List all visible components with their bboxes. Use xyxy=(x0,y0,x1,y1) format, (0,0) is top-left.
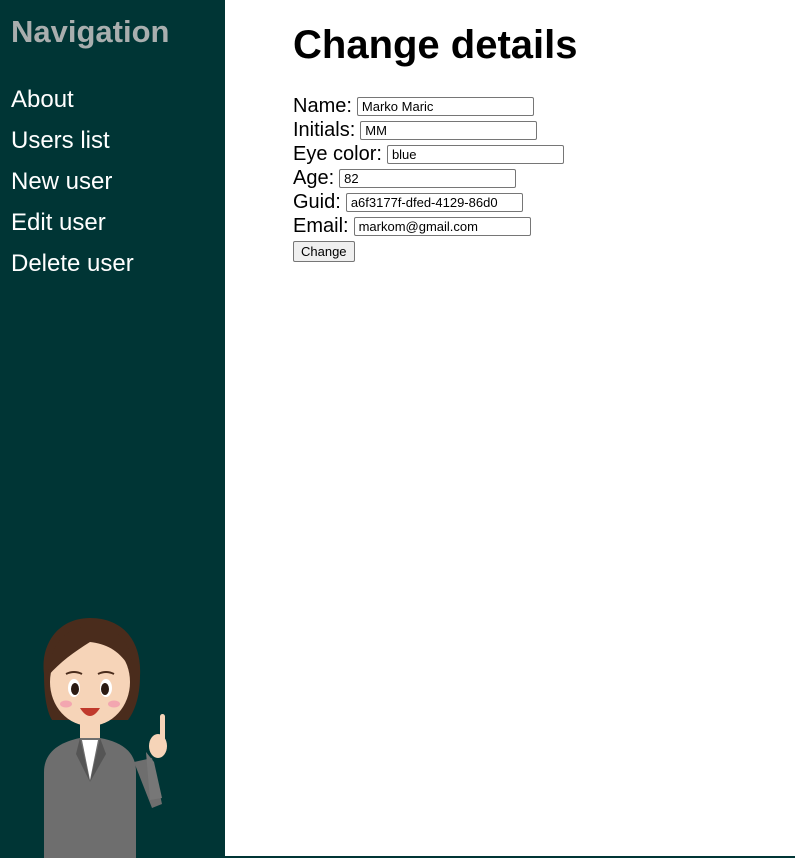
email-input[interactable] xyxy=(353,216,531,236)
eye-color-input[interactable] xyxy=(386,144,564,164)
initials-input[interactable] xyxy=(360,120,538,140)
form-row-email: Email: xyxy=(293,214,564,238)
form-row-initials: Initials: xyxy=(293,118,564,142)
nav-item-new-user[interactable]: New user xyxy=(11,165,134,206)
nav-item-delete-user[interactable]: Delete user xyxy=(11,247,134,288)
email-label: Email: xyxy=(293,215,349,237)
nav-list: About Users list New user Edit user Dele… xyxy=(11,83,134,288)
guid-input[interactable] xyxy=(345,192,523,212)
change-details-form: Name: Initials: Eye color: Age: Guid: Em… xyxy=(293,94,564,262)
initials-label: Initials: xyxy=(293,119,356,141)
age-input[interactable] xyxy=(339,168,517,188)
form-row-guid: Guid: xyxy=(293,190,564,214)
change-button[interactable]: Change xyxy=(293,241,355,262)
businesswoman-illustration xyxy=(43,618,167,858)
age-label: Age: xyxy=(293,167,335,189)
name-input[interactable] xyxy=(356,96,534,116)
nav-item-about[interactable]: About xyxy=(11,83,134,124)
nav-item-edit-user[interactable]: Edit user xyxy=(11,206,134,247)
form-row-age: Age: xyxy=(293,166,564,190)
nav-item-users-list[interactable]: Users list xyxy=(11,124,134,165)
page-title: Change details xyxy=(293,23,578,67)
nav-title: Navigation xyxy=(11,14,170,49)
eye-color-label: Eye color: xyxy=(293,143,382,165)
sidebar: Navigation About Users list New user Edi… xyxy=(0,0,225,858)
form-row-eye-color: Eye color: xyxy=(293,142,564,166)
name-label: Name: xyxy=(293,95,352,117)
form-row-name: Name: xyxy=(293,94,564,118)
guid-label: Guid: xyxy=(293,191,341,213)
